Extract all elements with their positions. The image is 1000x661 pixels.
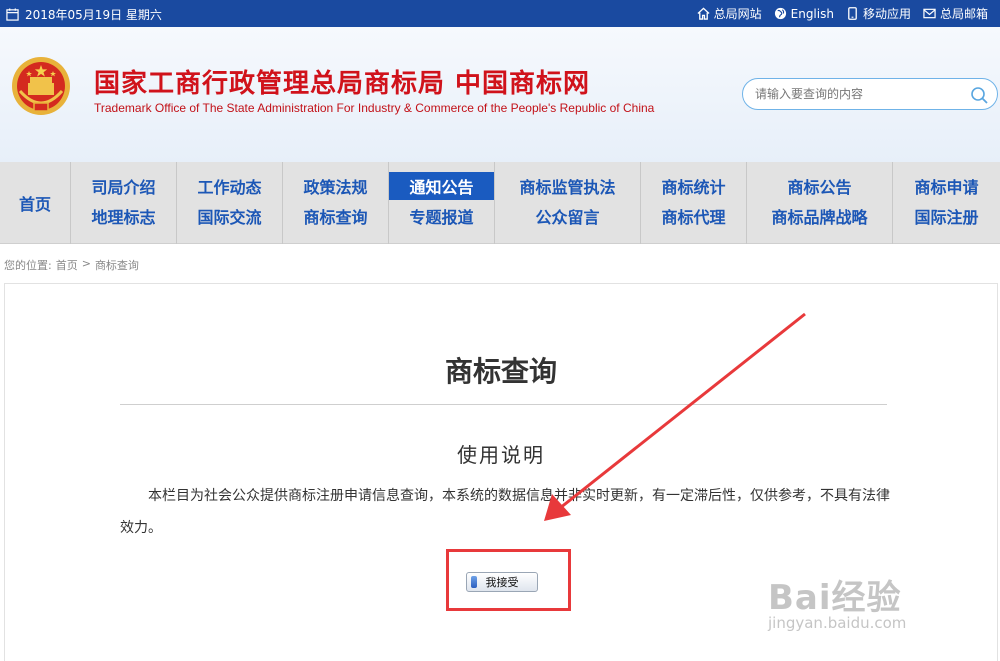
watermark-sub: jingyan.baidu.com (768, 614, 907, 632)
nav-item-brand-strategy[interactable]: 商标品牌战略 (747, 202, 892, 230)
nav-item-international[interactable]: 国际交流 (177, 202, 282, 230)
globe-icon (774, 7, 786, 20)
link-site-label: 总局网站 (713, 7, 762, 21)
national-emblem-logo (12, 57, 70, 115)
calendar-icon (6, 8, 19, 21)
nav-col-4: 通知公告 专题报道 (388, 162, 494, 244)
top-bar: 2018年05月19日 星期六 总局网站 English 移动应用 总局邮箱 (0, 0, 1000, 27)
usage-description: 本栏目为社会公众提供商标注册申请信息查询，本系统的数据信息并非实时更新，有一定滞… (120, 488, 890, 536)
mobile-icon (848, 7, 857, 20)
link-mobile[interactable]: 移动应用 (846, 5, 911, 22)
breadcrumb-current: 商标查询 (94, 259, 139, 272)
nav-item-notices[interactable]: 通知公告 (389, 172, 494, 200)
nav-item-statistics[interactable]: 商标统计 (641, 172, 746, 200)
breadcrumb-separator: > (81, 257, 91, 270)
nav-item-application[interactable]: 商标申请 (893, 172, 1000, 200)
link-mail-label: 总局邮箱 (939, 7, 988, 21)
site-title-en: Trademark Office of The State Administra… (94, 101, 655, 115)
breadcrumb-prefix: 您的位置: (4, 259, 52, 272)
search-box (742, 78, 998, 110)
nav-item-agents[interactable]: 商标代理 (641, 202, 746, 230)
nav-col-2: 工作动态 国际交流 (176, 162, 282, 244)
link-site[interactable]: 总局网站 (697, 5, 762, 22)
nav-item-geo-marks[interactable]: 地理标志 (71, 202, 176, 230)
date-display: 2018年05月19日 星期六 (6, 6, 162, 23)
nav-item-policies[interactable]: 政策法规 (283, 172, 388, 200)
mail-icon (923, 8, 936, 19)
watermark-main: Bai经验 (768, 578, 902, 618)
home-icon (697, 7, 710, 20)
nav-item-trademark-search[interactable]: 商标查询 (283, 202, 388, 230)
search-input[interactable] (755, 85, 965, 103)
site-header: 国家工商行政管理总局商标局 中国商标网 Trademark Office of … (0, 27, 1000, 162)
nav-item-public-messages[interactable]: 公众留言 (495, 202, 640, 230)
accept-button-label: 我接受 (485, 576, 519, 589)
link-mobile-label: 移动应用 (862, 7, 911, 21)
main-nav: 首页 司局介绍 地理标志 工作动态 国际交流 政策法规 商标查询 通知公告 专题… (0, 162, 1000, 244)
breadcrumb-home[interactable]: 首页 (56, 257, 78, 273)
breadcrumb: 您的位置: 首页 > 商标查询 (4, 257, 139, 273)
nav-item-intl-registration[interactable]: 国际注册 (893, 202, 1000, 230)
date-text: 2018年05月19日 星期六 (25, 8, 162, 22)
title-divider (120, 404, 887, 405)
nav-item-news[interactable]: 工作动态 (177, 172, 282, 200)
site-title-cn: 国家工商行政管理总局商标局 中国商标网 (94, 69, 591, 99)
nav-col-1: 司局介绍 地理标志 (70, 162, 176, 244)
link-english[interactable]: English (774, 5, 834, 22)
button-knob-icon (471, 576, 477, 588)
nav-col-6: 商标统计 商标代理 (640, 162, 746, 244)
nav-col-7: 商标公告 商标品牌战略 (746, 162, 892, 244)
link-mail[interactable]: 总局邮箱 (923, 5, 988, 22)
nav-item-special-reports[interactable]: 专题报道 (389, 202, 494, 230)
nav-col-3: 政策法规 商标查询 (282, 162, 388, 244)
nav-home[interactable]: 首页 (0, 162, 70, 244)
nav-item-announcements[interactable]: 商标公告 (747, 172, 892, 200)
nav-col-5: 商标监管执法 公众留言 (494, 162, 640, 244)
nav-item-enforcement[interactable]: 商标监管执法 (495, 172, 640, 200)
baidu-watermark: Bai经验 jingyan.baidu.com (760, 556, 960, 646)
section-title: 使用说明 (457, 443, 545, 467)
nav-item-about[interactable]: 司局介绍 (71, 172, 176, 200)
link-english-label: English (790, 6, 834, 21)
search-icon[interactable] (969, 85, 989, 105)
page-title: 商标查询 (444, 355, 557, 388)
nav-col-8: 商标申请 国际注册 (892, 162, 1000, 244)
accept-button[interactable]: 我接受 (466, 572, 538, 592)
